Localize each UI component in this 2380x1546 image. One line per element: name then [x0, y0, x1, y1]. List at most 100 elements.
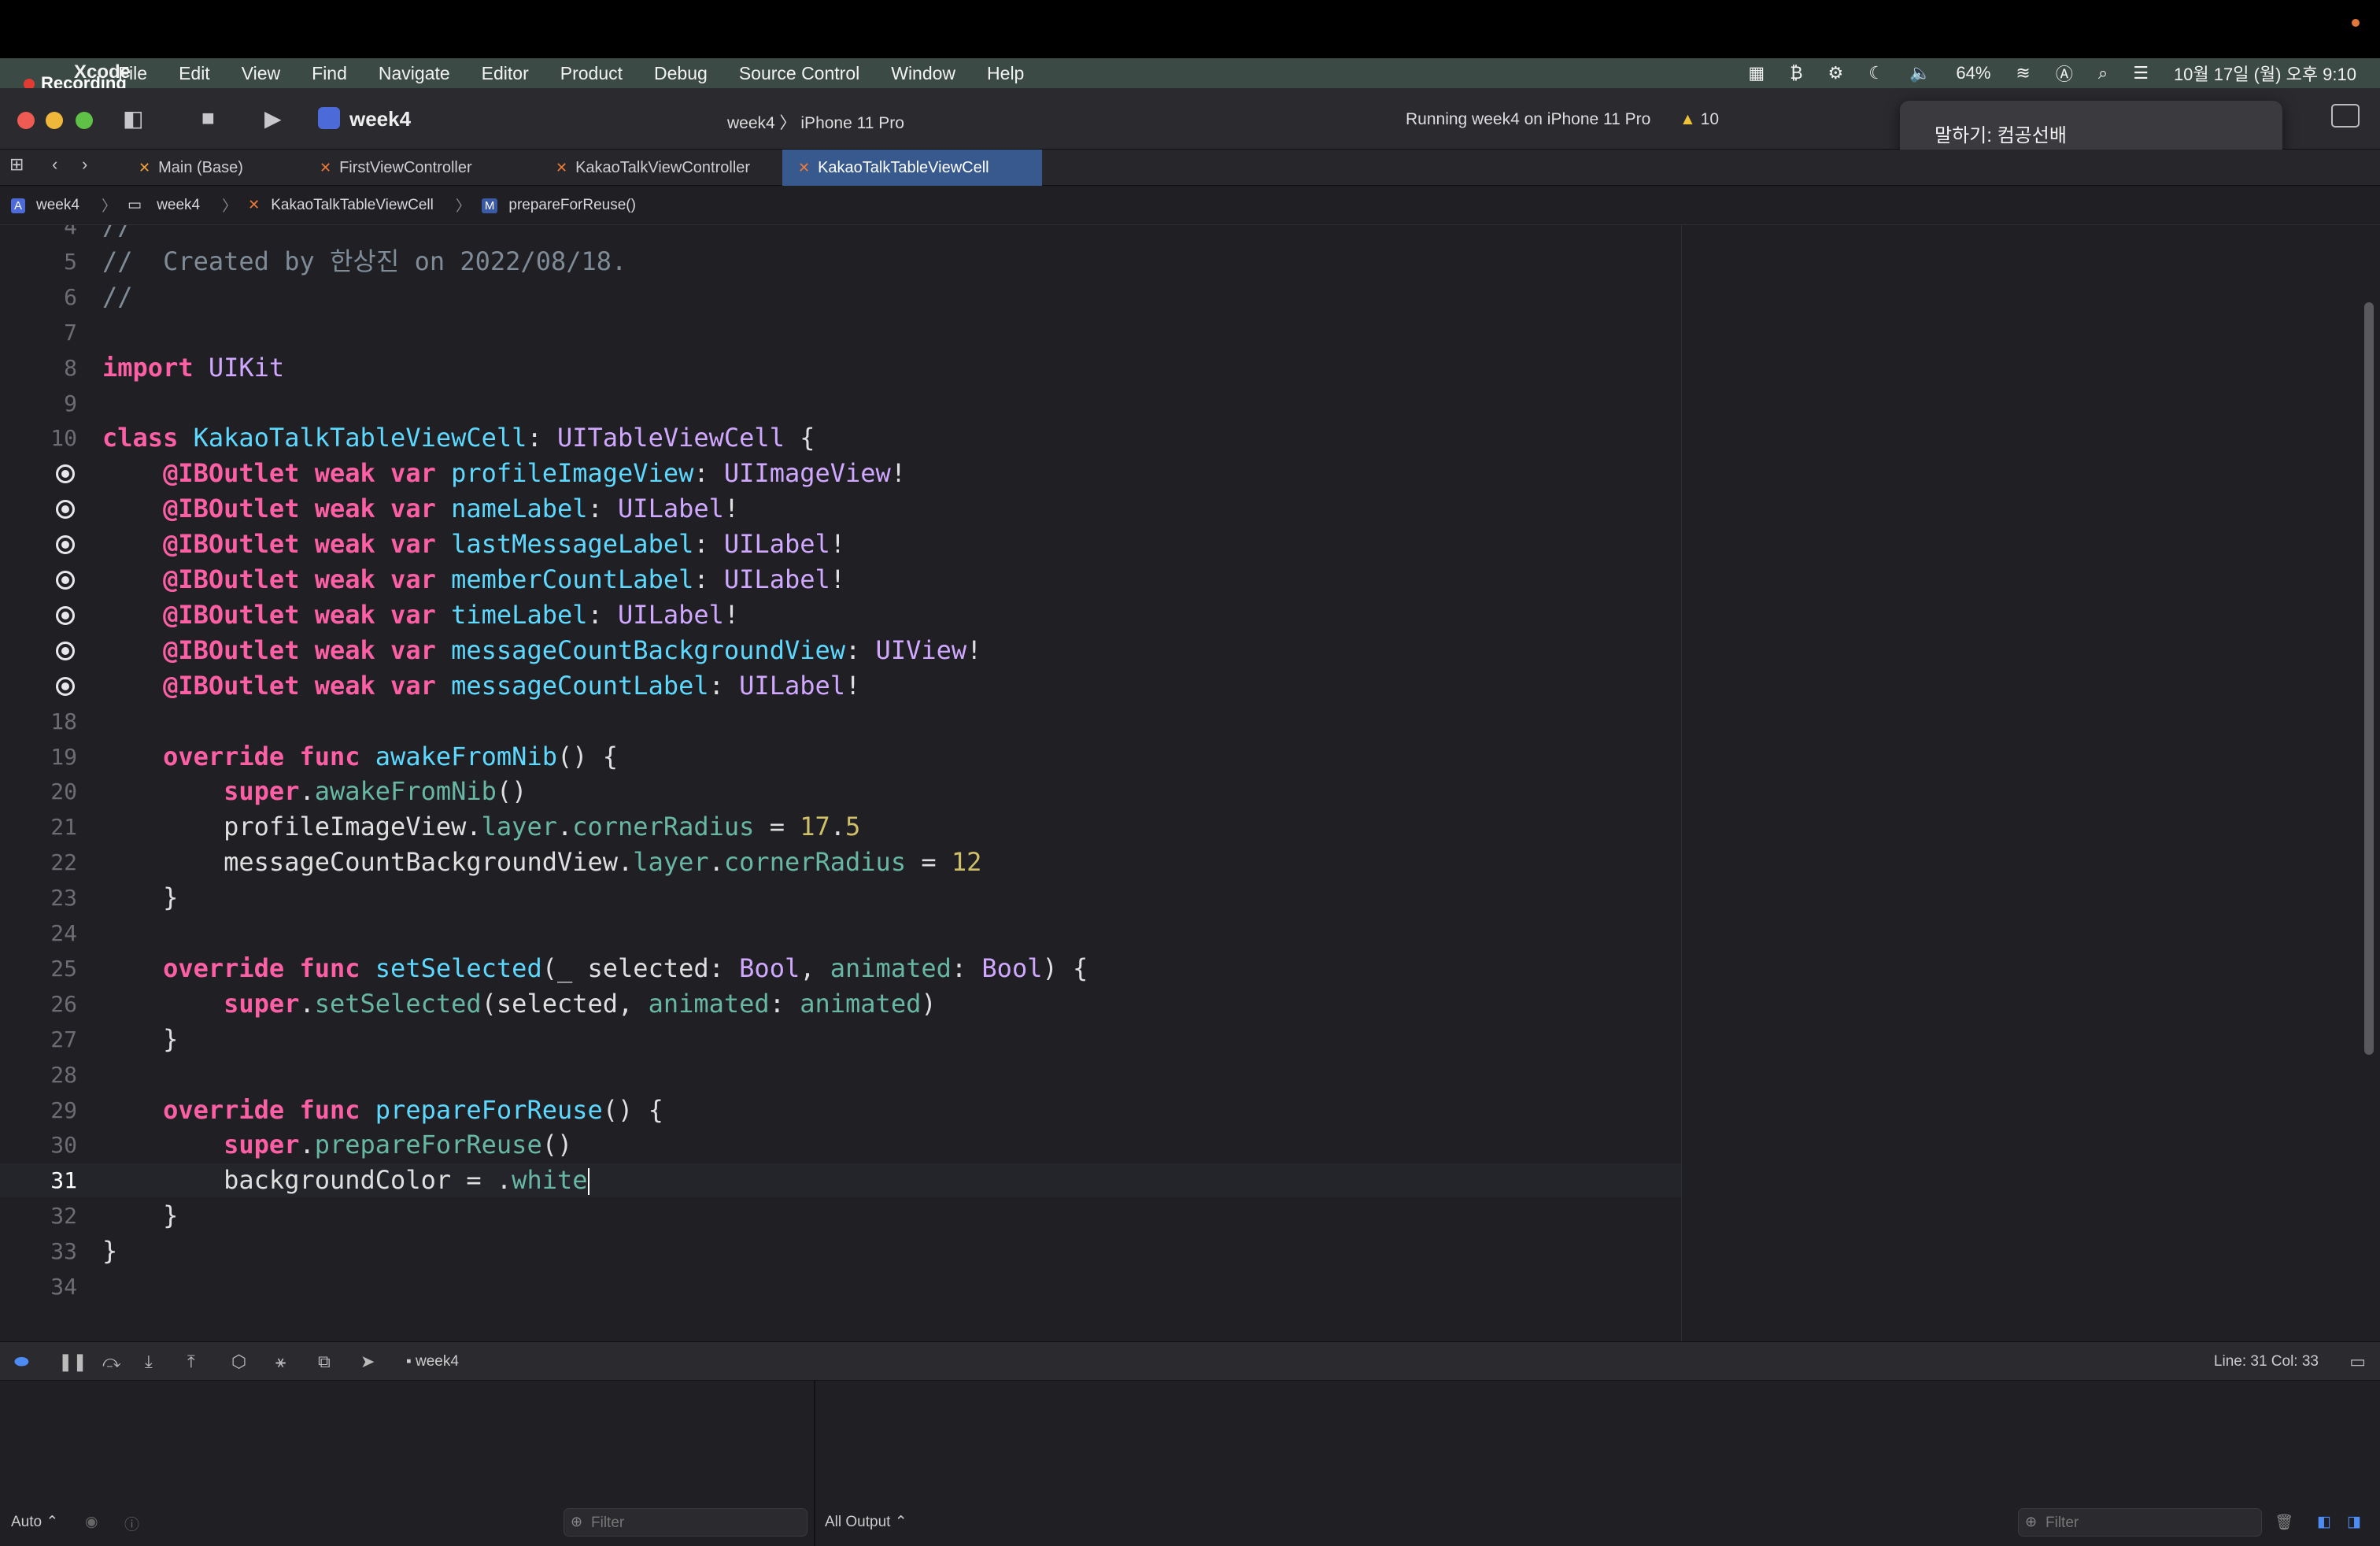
step-over-icon[interactable]: ⤼ [102, 1352, 121, 1372]
breakpoints-toggle-icon[interactable]: ⬬ [14, 1352, 29, 1372]
code-line[interactable]: 21 profileImageView.layer.cornerRadius =… [0, 810, 1681, 844]
code-line[interactable]: 28 [0, 1058, 1681, 1092]
wifi-icon[interactable]: ≋ [2016, 63, 2030, 83]
menu-item-product[interactable]: Product [560, 63, 623, 84]
code-line[interactable]: @IBOutlet weak var lastMessageLabel: UIL… [0, 527, 1681, 561]
menu-item-edit[interactable]: Edit [179, 63, 210, 84]
stage-manager-icon[interactable]: ▦ [1748, 63, 1765, 83]
control-center-icon[interactable]: ☰ [2133, 63, 2149, 83]
left-pane-toggle-icon[interactable]: ◧ [2317, 1513, 2331, 1531]
step-out-icon[interactable]: ⤒ [187, 1352, 195, 1372]
debug-area-toggle-icon[interactable]: ▭ [2349, 1352, 2366, 1372]
outlet-connection-icon[interactable] [56, 535, 75, 555]
menu-item-debug[interactable]: Debug [654, 63, 708, 84]
code-line[interactable]: 27 } [0, 1023, 1681, 1056]
spotlight-search-icon[interactable]: ⌕ [2098, 63, 2108, 83]
minimize-window-button[interactable] [46, 112, 63, 129]
code-line[interactable]: 6 // [0, 280, 1681, 314]
source-editor[interactable]: 4 // 5 // Created by 한상진 on 2022/08/18. 6 // 7… [0, 225, 1681, 1341]
debug-process[interactable]: ▪ week4 [406, 1353, 459, 1370]
zoom-window-button[interactable] [76, 112, 93, 129]
variables-scope-select[interactable]: Auto ⌃ [11, 1513, 58, 1531]
menu-item-view[interactable]: View [242, 63, 280, 84]
info-icon[interactable]: ⓘ [124, 1513, 139, 1534]
menu-item-file[interactable]: File [118, 63, 147, 84]
code-line[interactable]: @IBOutlet weak var messageCountLabel: UI… [0, 669, 1681, 703]
run-destination[interactable]: week4 〉 iPhone 11 Pro [727, 110, 904, 134]
code-line[interactable]: @IBOutlet weak var nameLabel: UILabel! [0, 492, 1681, 526]
editor-scrollbar[interactable] [2364, 302, 2374, 1055]
grid-icon[interactable]: ⊞ [9, 154, 24, 175]
variables-filter-input[interactable]: Filter [564, 1508, 808, 1537]
inspector-toggle-icon[interactable] [2331, 104, 2360, 128]
console-divider[interactable] [814, 1381, 815, 1546]
code-line[interactable]: 25 override func setSelected(_ selected:… [0, 952, 1681, 986]
editor-tab[interactable]: ✕ FirstViewController [304, 150, 532, 186]
code-line[interactable]: @IBOutlet weak var memberCountLabel: UIL… [0, 563, 1681, 597]
code-line[interactable]: 4 // [0, 225, 1681, 243]
menubar-clock[interactable]: 10월 17일 (월) 오후 9:10 [2174, 61, 2356, 86]
right-pane-toggle-icon[interactable]: ◨ [2347, 1513, 2361, 1531]
environment-overrides-icon[interactable]: ⧉ [318, 1352, 331, 1372]
jumpbar-project[interactable]: Aweek4 [11, 197, 91, 214]
scheme-title[interactable]: week4 [349, 107, 411, 131]
outlet-connection-icon[interactable] [56, 571, 75, 590]
screen-recording-icon[interactable]: ⚙ [1828, 63, 1844, 83]
code-line[interactable]: 20 super.awakeFromNib() [0, 775, 1681, 808]
battery-percent[interactable]: 64% [1956, 63, 1990, 83]
back-icon[interactable]: ‹ [52, 154, 57, 175]
editor-tab[interactable]: ✕ KakaoTalkViewController [540, 150, 776, 186]
code-line[interactable]: @IBOutlet weak var timeLabel: UILabel! [0, 598, 1681, 632]
outlet-connection-icon[interactable] [56, 500, 75, 520]
trash-icon[interactable]: 🗑 [2275, 1513, 2293, 1532]
outlet-connection-icon[interactable] [56, 641, 75, 660]
menu-item-navigate[interactable]: Navigate [379, 63, 450, 84]
memory-graph-icon[interactable]: ⚹ [275, 1352, 286, 1372]
navigator-toggle-icon[interactable]: ◧ [123, 105, 143, 131]
code-line[interactable]: 32 } [0, 1199, 1681, 1233]
step-into-icon[interactable]: ⤓ [145, 1352, 153, 1372]
editor-tab[interactable]: ✕ Main (Base) [123, 150, 296, 186]
stop-icon[interactable]: ■ [201, 105, 215, 131]
code-line[interactable]: 24 [0, 916, 1681, 950]
forward-icon[interactable]: › [82, 154, 87, 175]
outlet-connection-icon[interactable] [56, 676, 75, 696]
code-line[interactable]: 26 super.setSelected(selected, animated:… [0, 987, 1681, 1021]
run-play-icon[interactable]: ▶ [264, 105, 282, 131]
code-line[interactable]: 33} [0, 1234, 1681, 1268]
jumpbar-symbol[interactable]: MprepareForReuse() [481, 197, 647, 214]
input-method-icon[interactable]: ₿ [1790, 63, 1802, 83]
pause-icon[interactable]: ❚❚ [58, 1352, 87, 1372]
console-output-select[interactable]: All Output ⌃ [825, 1513, 907, 1531]
menu-item-help[interactable]: Help [987, 63, 1024, 84]
code-line[interactable]: 5 // Created by 한상진 on 2022/08/18. [0, 245, 1681, 279]
close-window-button[interactable] [17, 112, 35, 129]
code-line[interactable]: 30 super.prepareForReuse() [0, 1128, 1681, 1162]
code-line[interactable]: 9 [0, 386, 1681, 420]
menu-item-window[interactable]: Window [891, 63, 955, 84]
code-line[interactable]: 19 override func awakeFromNib() { [0, 740, 1681, 774]
code-line[interactable]: 22 messageCountBackgroundView.layer.corn… [0, 845, 1681, 879]
code-line[interactable]: 10 class KakaoTalkTableViewCell: UITableV… [0, 421, 1681, 455]
focus-moon-icon[interactable]: ☾ [1868, 63, 1884, 83]
view-hierarchy-icon[interactable]: ⬡ [231, 1352, 246, 1372]
outlet-connection-icon[interactable] [56, 605, 75, 625]
simulate-location-icon[interactable]: ➤ [360, 1352, 375, 1372]
code-line[interactable]: 31 backgroundColor = .white [0, 1163, 1681, 1198]
code-line[interactable]: 18 [0, 705, 1681, 738]
code-line[interactable]: @IBOutlet weak var messageCountBackgroun… [0, 634, 1681, 668]
code-line[interactable]: 7 [0, 316, 1681, 350]
menu-item-source-control[interactable]: Source Control [739, 63, 859, 84]
menu-item-find[interactable]: Find [312, 63, 347, 84]
volume-icon[interactable]: 🔈 [1909, 63, 1931, 83]
code-line[interactable]: 8 import UIKit [0, 351, 1681, 385]
code-line[interactable]: @IBOutlet weak var profileImageView: UII… [0, 457, 1681, 490]
code-line[interactable]: 23 } [0, 881, 1681, 915]
code-line[interactable]: 34 [0, 1270, 1681, 1304]
code-line[interactable]: 29 override func prepareForReuse() { [0, 1093, 1681, 1127]
jumpbar-folder[interactable]: ▭ week4 [128, 196, 211, 214]
keyboard-a-icon[interactable]: Ⓐ [2056, 61, 2073, 86]
menu-item-editor[interactable]: Editor [482, 63, 529, 84]
outlet-connection-icon[interactable] [56, 464, 75, 484]
eye-icon[interactable]: ◉ [85, 1513, 98, 1531]
